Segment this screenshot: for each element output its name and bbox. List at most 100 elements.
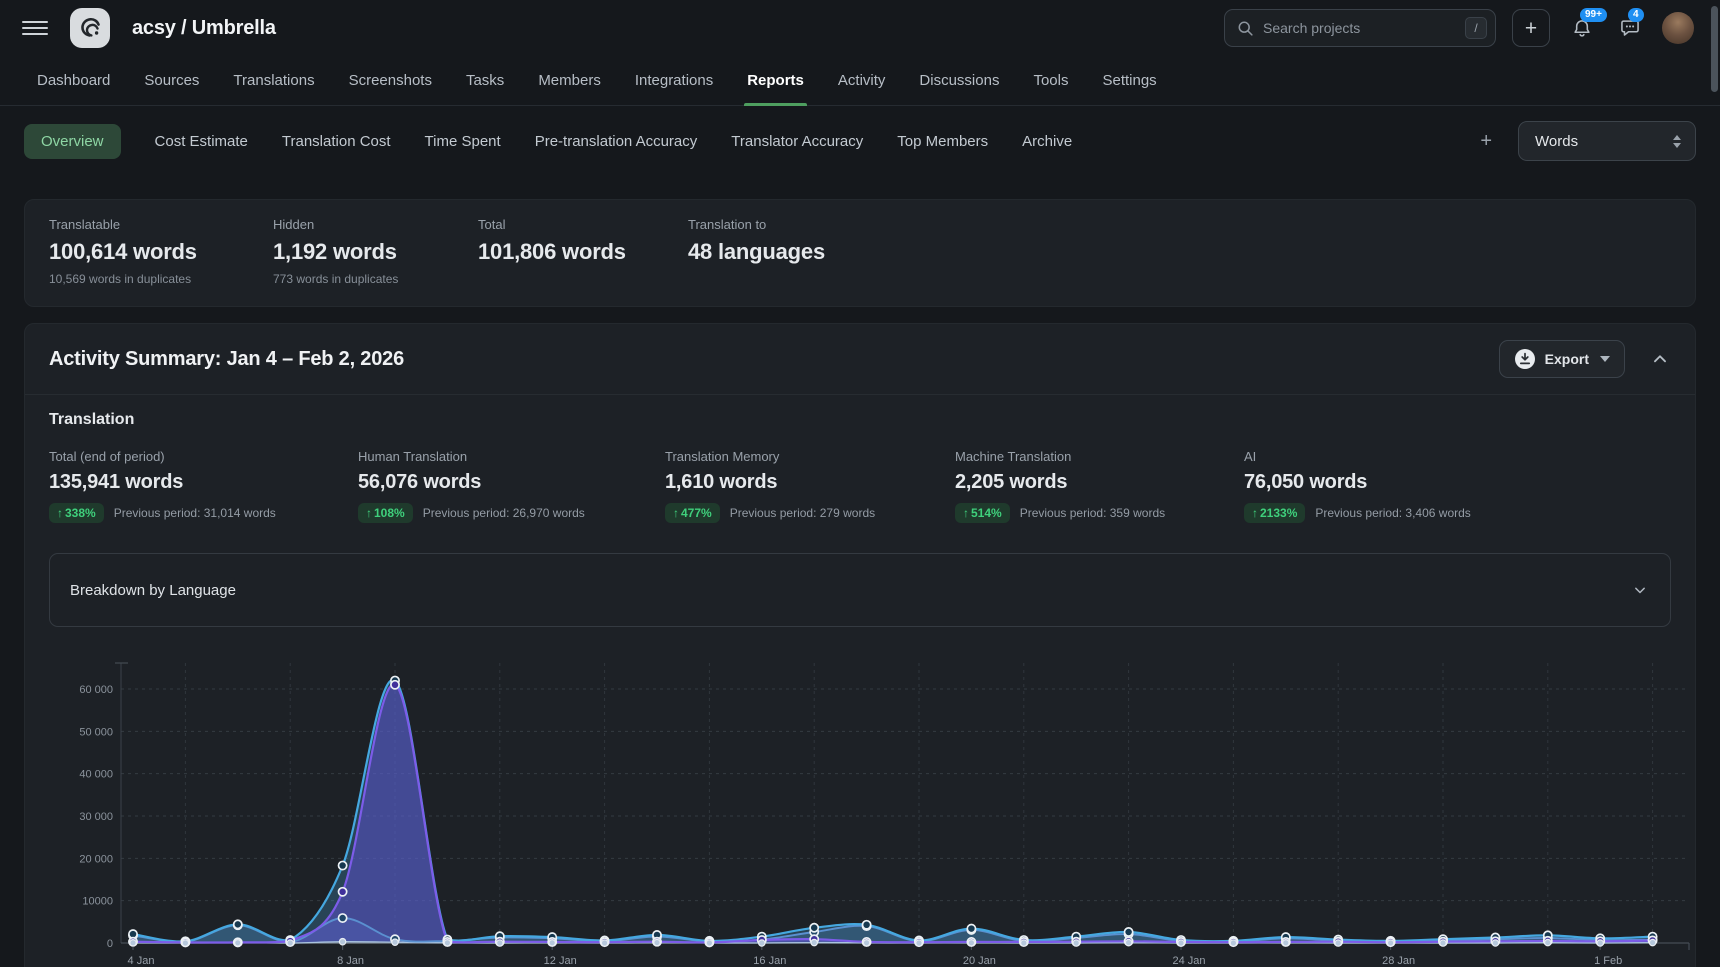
svg-text:12 Jan: 12 Jan [544, 955, 577, 967]
search-input[interactable] [1263, 20, 1456, 36]
svg-text:16 Jan: 16 Jan [753, 955, 786, 967]
change-badge: ↑108% [358, 503, 413, 523]
nav-tab-screenshots[interactable]: Screenshots [349, 56, 432, 105]
nav-tab-activity[interactable]: Activity [838, 56, 886, 105]
metric-change-row: ↑338%Previous period: 31,014 words [49, 503, 358, 523]
export-label: Export [1545, 351, 1589, 367]
messages-button[interactable]: 4 [1614, 12, 1646, 44]
nav-tab-sources[interactable]: Sources [144, 56, 199, 105]
change-percent: 477% [681, 506, 712, 520]
change-badge: ↑338% [49, 503, 104, 523]
nav-tab-dashboard[interactable]: Dashboard [37, 56, 110, 105]
search-icon [1237, 20, 1254, 37]
notifications-button[interactable]: 99+ [1566, 12, 1598, 44]
stat-label: Translation to [688, 217, 825, 232]
svg-text:10000: 10000 [82, 896, 113, 908]
nav-tab-settings[interactable]: Settings [1102, 56, 1156, 105]
stat-hidden: Hidden 1,192 words 773 words in duplicates [273, 217, 478, 286]
stat-value: 48 languages [688, 239, 825, 265]
change-percent: 2133% [1260, 506, 1297, 520]
nav-tab-discussions[interactable]: Discussions [919, 56, 999, 105]
activity-summary-title: Activity Summary: Jan 4 – Feb 2, 2026 [49, 348, 404, 371]
stat-value: 101,806 words [478, 239, 688, 265]
topbar-left: acsy / Umbrella [22, 8, 276, 48]
subtab-overview[interactable]: Overview [24, 124, 121, 159]
download-icon [1514, 348, 1536, 370]
caret-down-icon [1600, 356, 1610, 362]
subtab-time-spent[interactable]: Time Spent [425, 124, 501, 159]
activity-summary-header: Activity Summary: Jan 4 – Feb 2, 2026 Ex… [25, 324, 1695, 395]
stat-note: 773 words in duplicates [273, 272, 478, 286]
unit-select-value: Words [1535, 133, 1578, 150]
stat-value: 1,192 words [273, 239, 478, 265]
previous-period-text: Previous period: 359 words [1020, 506, 1165, 520]
breakdown-label: Breakdown by Language [70, 582, 236, 599]
activity-summary-actions: Export [1499, 340, 1671, 378]
stat-value: 100,614 words [49, 239, 273, 265]
metric-value: 56,076 words [358, 471, 665, 494]
menu-icon[interactable] [22, 18, 48, 38]
subtab-translation-cost[interactable]: Translation Cost [282, 124, 391, 159]
app-logo[interactable] [70, 8, 110, 48]
breakdown-by-language-toggle[interactable]: Breakdown by Language [49, 553, 1671, 627]
nav-tab-tools[interactable]: Tools [1033, 56, 1068, 105]
nav-tab-translations[interactable]: Translations [233, 56, 314, 105]
chevron-down-icon [1630, 580, 1650, 600]
add-report-button[interactable]: + [1480, 130, 1492, 153]
svg-text:20 Jan: 20 Jan [963, 955, 996, 967]
metric-label: Total (end of period) [49, 449, 358, 464]
nav-tab-members[interactable]: Members [538, 56, 601, 105]
nav-tab-reports[interactable]: Reports [747, 56, 804, 105]
messages-badge: 4 [1628, 8, 1644, 22]
stat-label: Total [478, 217, 688, 232]
metric-value: 2,205 words [955, 471, 1244, 494]
trend-up-icon: ↑ [1252, 506, 1258, 520]
metric-human-translation: Human Translation56,076 words↑108%Previo… [358, 449, 665, 523]
user-avatar[interactable] [1662, 12, 1694, 44]
svg-text:4 Jan: 4 Jan [128, 955, 155, 967]
activity-chart[interactable]: 01000020 00030 00040 00050 00060 0004 Ja… [37, 653, 1671, 967]
subtab-archive[interactable]: Archive [1022, 124, 1072, 159]
svg-text:24 Jan: 24 Jan [1172, 955, 1205, 967]
search-shortcut-hint: / [1465, 17, 1487, 39]
subtab-translator-accuracy[interactable]: Translator Accuracy [731, 124, 863, 159]
subtabs-right: + Words [1480, 121, 1696, 161]
metric-change-row: ↑2133% Previous period: 3,406 words [1244, 503, 1471, 523]
stat-translatable: Translatable 100,614 words 10,569 words in… [49, 217, 273, 286]
change-badge: ↑2133% [1244, 503, 1305, 523]
previous-period-text: Previous period: 3,406 words [1315, 506, 1470, 520]
metric-value: 76,050 words [1244, 471, 1471, 494]
scrollbar-thumb[interactable] [1711, 6, 1718, 92]
svg-text:40 000: 40 000 [79, 769, 113, 781]
stat-label: Hidden [273, 217, 478, 232]
metric-label: AI [1244, 449, 1471, 464]
metric-change-row: ↑514%Previous period: 359 words [955, 503, 1244, 523]
search-box[interactable]: / [1224, 9, 1496, 47]
metric-value: 135,941 words [49, 471, 358, 494]
svg-text:8 Jan: 8 Jan [337, 955, 364, 967]
collapse-section-button[interactable] [1649, 348, 1671, 370]
change-percent: 514% [971, 506, 1002, 520]
svg-text:30 000: 30 000 [79, 811, 113, 823]
stat-label: Translatable [49, 217, 273, 232]
reports-subtab-list: Overview Cost Estimate Translation Cost Tim… [24, 124, 1072, 159]
svg-text:60 000: 60 000 [79, 684, 113, 696]
metric-change-row: ↑477% Previous period: 279 words [665, 503, 955, 523]
change-badge: ↑477% [665, 503, 720, 523]
stat-translation-to: Translation to 48 languages [688, 217, 825, 286]
topbar: acsy / Umbrella / + 99+ 4 [0, 0, 1720, 56]
subtab-cost-estimate[interactable]: Cost Estimate [155, 124, 248, 159]
subtab-top-members[interactable]: Top Members [897, 124, 988, 159]
create-project-button[interactable]: + [1512, 9, 1550, 47]
nav-tab-integrations[interactable]: Integrations [635, 56, 713, 105]
unit-select[interactable]: Words [1518, 121, 1696, 161]
subtab-pre-translation-accuracy[interactable]: Pre-translation Accuracy [535, 124, 698, 159]
export-button[interactable]: Export [1499, 340, 1625, 378]
previous-period-text: Previous period: 279 words [730, 506, 875, 520]
stat-note: 10,569 words in duplicates [49, 272, 273, 286]
svg-text:1 Feb: 1 Feb [1594, 955, 1622, 967]
metric-change-row: ↑108%Previous period: 26,970 words [358, 503, 665, 523]
activity-chart-svg[interactable]: 01000020 00030 00040 00050 00060 0004 Ja… [37, 653, 1696, 967]
change-percent: 338% [65, 506, 96, 520]
nav-tab-tasks[interactable]: Tasks [466, 56, 504, 105]
